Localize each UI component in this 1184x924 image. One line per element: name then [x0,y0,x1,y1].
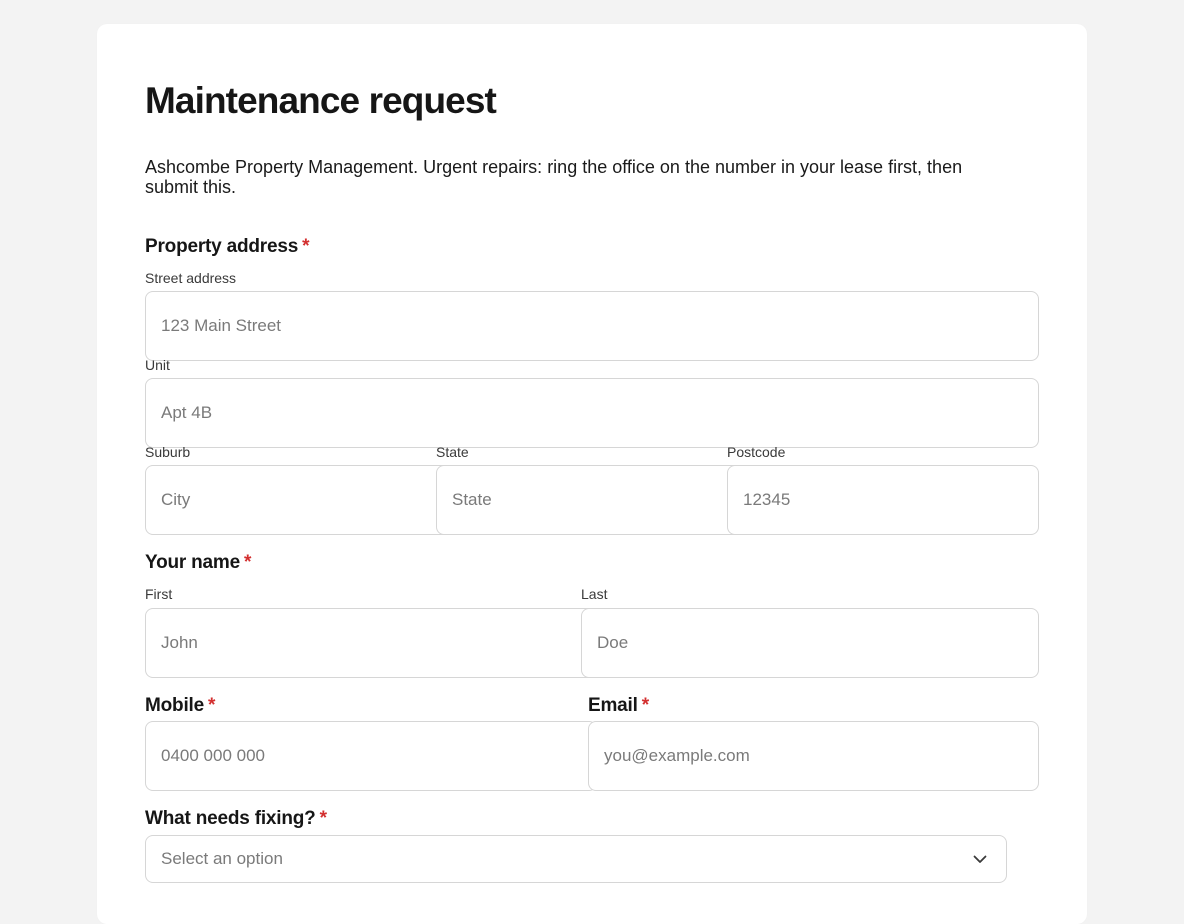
required-marker: * [319,808,327,829]
street-address-label: Street address [145,270,237,286]
select-value: Select an option [161,849,283,868]
email-heading: Email * [588,695,649,717]
street-address-input[interactable] [145,291,1039,361]
chevron-down-icon [972,851,988,867]
mobile-input[interactable] [145,721,597,791]
property-address-label: Property address [145,236,299,257]
required-marker: * [641,695,649,716]
postcode-input[interactable] [727,465,1039,535]
your-name-label: Your name [145,552,240,573]
mobile-label: Mobile [145,695,204,716]
property-address-heading: Property address * [145,236,310,258]
state-input[interactable] [436,465,748,535]
your-name-heading: Your name * [145,552,251,574]
what-needs-fixing-select[interactable]: Select an option [145,835,1007,883]
unit-label: Unit [145,357,170,373]
what-needs-fixing-heading: What needs fixing? * [145,808,327,830]
what-needs-fixing-label: What needs fixing? [145,808,316,829]
required-marker: * [207,695,216,716]
email-label: Email [588,695,638,716]
required-marker: * [302,236,310,257]
suburb-input[interactable] [145,465,457,535]
last-name-label: Last [581,586,608,602]
page-title: Maintenance request [145,80,497,121]
mobile-heading: Mobile * [145,695,215,717]
email-input[interactable] [588,721,1039,791]
state-label: State [436,444,469,460]
suburb-label: Suburb [145,444,191,460]
first-name-input[interactable] [145,608,603,678]
unit-input[interactable] [145,378,1039,448]
first-name-label: First [145,586,173,602]
form-intro: Ashcombe Property Management. Urgent rep… [145,157,963,197]
postcode-label: Postcode [727,444,786,460]
last-name-input[interactable] [581,608,1039,678]
required-marker: * [243,552,252,573]
